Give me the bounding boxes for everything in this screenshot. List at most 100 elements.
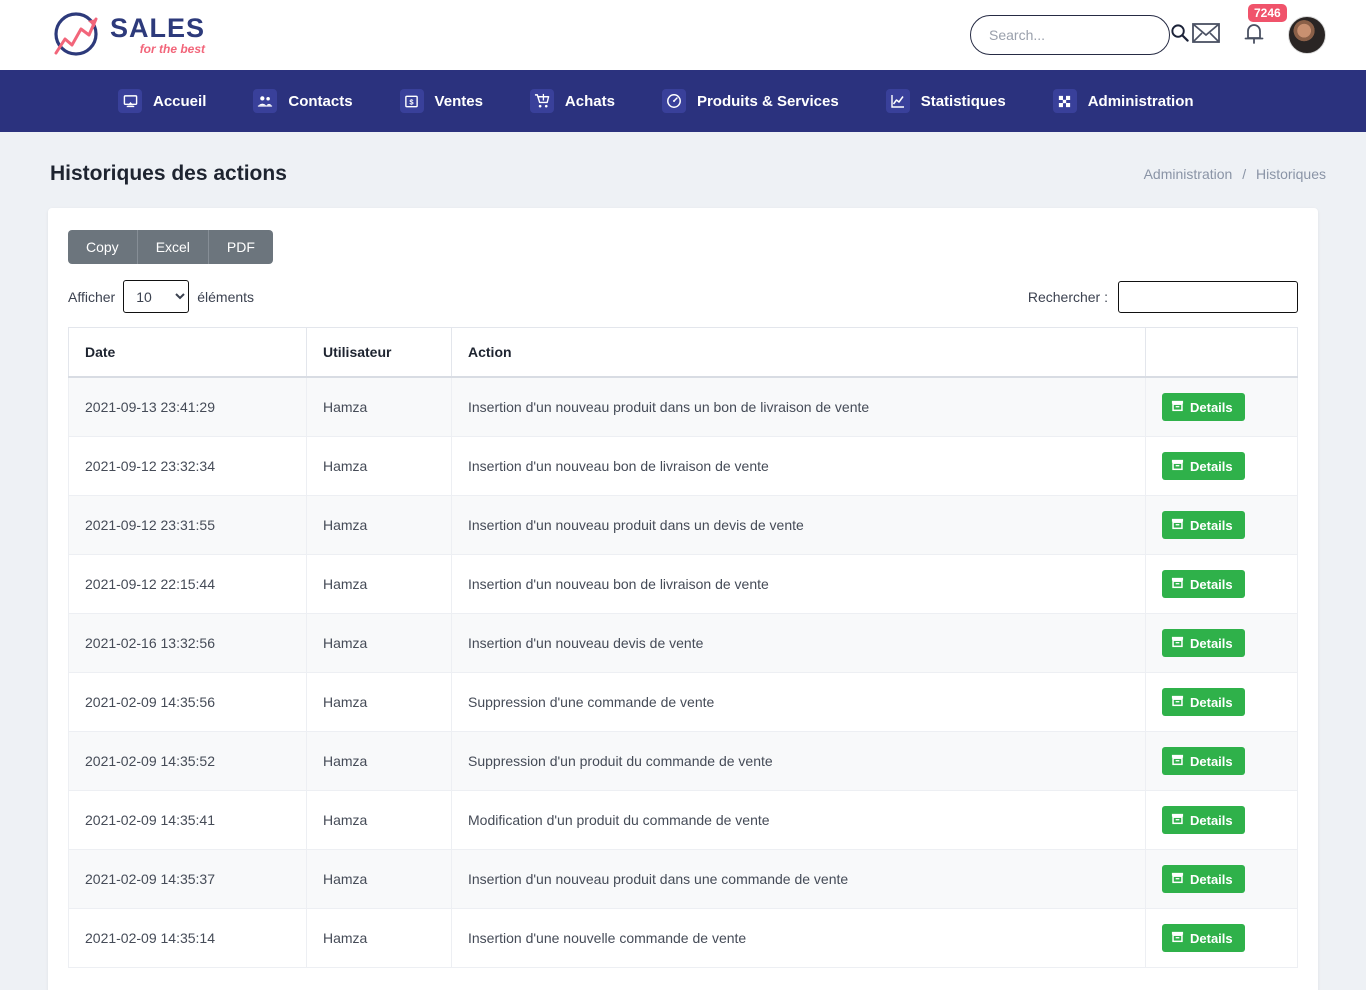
nav-label: Achats: [565, 93, 615, 110]
cell-user: Hamza: [307, 614, 452, 673]
table-row: 2021-02-09 14:35:52HamzaSuppression d'un…: [69, 732, 1298, 791]
nav-item-achats[interactable]: Achats: [530, 89, 615, 113]
breadcrumb-parent[interactable]: Administration: [1144, 166, 1233, 182]
main-navigation: Accueil Contacts $ Ventes: [0, 70, 1366, 132]
details-button-label: Details: [1190, 872, 1233, 887]
history-card: Copy Excel PDF Afficher 102550100 élémen…: [48, 208, 1318, 990]
column-header-action[interactable]: Action: [452, 328, 1146, 378]
nav-item-ventes[interactable]: $ Ventes: [400, 89, 483, 113]
cell-details: Details: [1146, 732, 1298, 791]
cell-user: Hamza: [307, 377, 452, 437]
logo-title: SALES: [110, 15, 205, 42]
nav-label: Accueil: [153, 93, 206, 110]
details-button[interactable]: Details: [1162, 452, 1245, 480]
details-button-label: Details: [1190, 518, 1233, 533]
archive-box-icon: [1171, 812, 1184, 828]
details-button[interactable]: Details: [1162, 629, 1245, 657]
table-header: Date Utilisateur Action: [69, 328, 1298, 378]
details-button[interactable]: Details: [1162, 393, 1245, 421]
pdf-button[interactable]: PDF: [209, 230, 273, 264]
table-row: 2021-09-12 23:32:34HamzaInsertion d'un n…: [69, 437, 1298, 496]
excel-button[interactable]: Excel: [138, 230, 209, 264]
notifications-button[interactable]: 7246: [1242, 20, 1266, 50]
details-button[interactable]: Details: [1162, 570, 1245, 598]
avatar[interactable]: [1288, 16, 1326, 54]
details-button-label: Details: [1190, 813, 1233, 828]
details-button[interactable]: Details: [1162, 806, 1245, 834]
details-button-label: Details: [1190, 636, 1233, 651]
table-search-input[interactable]: [1118, 281, 1298, 313]
cell-action: Modification d'un produit du commande de…: [452, 791, 1146, 850]
cell-details: Details: [1146, 673, 1298, 732]
table-search-label: Rechercher :: [1028, 289, 1108, 305]
search-icon[interactable]: [1170, 23, 1189, 47]
cell-user: Hamza: [307, 437, 452, 496]
app-logo[interactable]: SALES for the best: [50, 9, 205, 61]
cell-user: Hamza: [307, 909, 452, 968]
monitor-icon: [118, 89, 142, 113]
nav-item-administration[interactable]: Administration: [1053, 89, 1194, 113]
cell-details: Details: [1146, 850, 1298, 909]
table-row: 2021-02-09 14:35:37HamzaInsertion d'un n…: [69, 850, 1298, 909]
cell-action: Insertion d'un nouveau devis de vente: [452, 614, 1146, 673]
details-button[interactable]: Details: [1162, 924, 1245, 952]
page-length-control: Afficher 102550100 éléments: [68, 280, 254, 313]
details-button[interactable]: Details: [1162, 511, 1245, 539]
details-button[interactable]: Details: [1162, 747, 1245, 775]
copy-button[interactable]: Copy: [68, 230, 138, 264]
cell-details: Details: [1146, 555, 1298, 614]
nav-label: Contacts: [288, 93, 352, 110]
details-button-label: Details: [1190, 459, 1233, 474]
archive-box-icon: [1171, 458, 1184, 474]
cell-date: 2021-02-09 14:35:37: [69, 850, 307, 909]
archive-box-icon: [1171, 399, 1184, 415]
nav-label: Ventes: [435, 93, 483, 110]
nav-item-produits-services[interactable]: Produits & Services: [662, 89, 839, 113]
column-header-utilisateur[interactable]: Utilisateur: [307, 328, 452, 378]
messages-button[interactable]: [1192, 22, 1220, 49]
cell-action: Insertion d'une nouvelle commande de ven…: [452, 909, 1146, 968]
cell-user: Hamza: [307, 850, 452, 909]
export-button-group: Copy Excel PDF: [68, 230, 273, 264]
global-search[interactable]: [970, 15, 1170, 55]
table-header-row: Date Utilisateur Action: [69, 328, 1298, 378]
details-button-label: Details: [1190, 754, 1233, 769]
archive-box-icon: [1171, 930, 1184, 946]
archive-box-icon: [1171, 871, 1184, 887]
svg-text:$: $: [409, 97, 414, 106]
cell-date: 2021-02-09 14:35:14: [69, 909, 307, 968]
table-search-control: Rechercher :: [1028, 281, 1298, 313]
table-row: 2021-09-12 23:31:55HamzaInsertion d'un n…: [69, 496, 1298, 555]
nav-item-statistiques[interactable]: Statistiques: [886, 89, 1006, 113]
nav-item-contacts[interactable]: Contacts: [253, 89, 352, 113]
cell-action: Insertion d'un nouveau produit dans une …: [452, 850, 1146, 909]
table-row: 2021-02-09 14:35:56HamzaSuppression d'un…: [69, 673, 1298, 732]
column-header-date[interactable]: Date: [69, 328, 307, 378]
archive-box-icon: [1171, 635, 1184, 651]
table-row: 2021-02-09 14:35:41HamzaModification d'u…: [69, 791, 1298, 850]
shopping-cart-icon: [530, 89, 554, 113]
archive-box-icon: [1171, 517, 1184, 533]
nav-label: Administration: [1088, 93, 1194, 110]
cell-details: Details: [1146, 496, 1298, 555]
cell-details: Details: [1146, 791, 1298, 850]
breadcrumb: Administration / Historiques: [1144, 166, 1326, 182]
cell-details: Details: [1146, 614, 1298, 673]
search-input[interactable]: [989, 27, 1170, 43]
cell-action: Insertion d'un nouveau bon de livraison …: [452, 437, 1146, 496]
details-button[interactable]: Details: [1162, 865, 1245, 893]
table-row: 2021-09-13 23:41:29HamzaInsertion d'un n…: [69, 377, 1298, 437]
nav-item-accueil[interactable]: Accueil: [118, 89, 206, 113]
banknote-icon: $: [400, 89, 424, 113]
puzzle-grid-icon: [1053, 89, 1077, 113]
notification-badge: 7246: [1248, 4, 1287, 22]
nav-label: Produits & Services: [697, 93, 839, 110]
page-length-select[interactable]: 102550100: [123, 280, 189, 313]
logo-tagline: for the best: [110, 43, 205, 55]
details-button-label: Details: [1190, 577, 1233, 592]
cell-details: Details: [1146, 377, 1298, 437]
cell-date: 2021-02-09 14:35:52: [69, 732, 307, 791]
cell-user: Hamza: [307, 732, 452, 791]
details-button[interactable]: Details: [1162, 688, 1245, 716]
cell-action: Suppression d'un produit du commande de …: [452, 732, 1146, 791]
